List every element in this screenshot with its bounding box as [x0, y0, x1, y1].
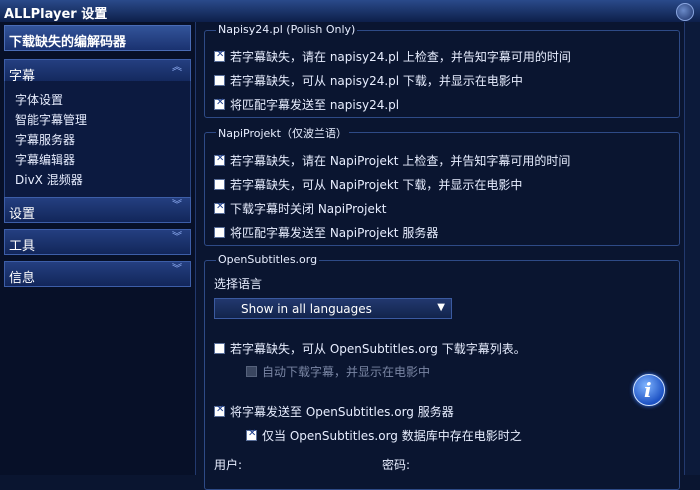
option-label: 自动下载字幕，并显示在电影中 — [262, 365, 431, 379]
language-select[interactable]: Show in all languages ▼ — [214, 298, 452, 319]
checkbox[interactable] — [246, 428, 257, 441]
napiprojekt-close-option[interactable]: 下载字幕时关闭 NapiProjekt — [214, 200, 387, 217]
section-label: 设置 — [9, 207, 36, 222]
option-label: 若字幕缺失，请在 napisy24.pl 上检查，并告知字幕可用的时间 — [230, 50, 571, 64]
option-label: 将匹配字幕发送至 napisy24.pl — [230, 98, 400, 112]
language-label: 选择语言 — [214, 277, 263, 291]
checkbox[interactable] — [214, 49, 225, 62]
option-label: 将字幕发送至 OpenSubtitles.org 服务器 — [230, 405, 454, 419]
dropdown-arrow-icon: ▼ — [437, 302, 445, 313]
option-label: 若字幕缺失，可从 OpenSubtitles.org 下载字幕列表。 — [230, 342, 526, 356]
language-value: Show in all languages — [241, 302, 372, 316]
sidebar-section-settings[interactable]: 设置 ︾ — [4, 197, 191, 223]
checkbox[interactable] — [214, 404, 225, 417]
option-label: 仅当 OpenSubtitles.org 数据库中存在电影时之 — [262, 429, 522, 443]
napisy-send-option[interactable]: 将匹配字幕发送至 napisy24.pl — [214, 96, 399, 113]
sidebar-section-info[interactable]: 信息 ︾ — [4, 261, 191, 287]
checkbox[interactable] — [214, 75, 225, 86]
chevron-up-icon: ︽ — [172, 62, 182, 73]
sidebar-item-smart-subtitles[interactable]: 智能字幕管理 — [15, 111, 87, 128]
group-title-napiprojekt: NapiProjekt（仅波兰语） — [216, 125, 349, 141]
sidebar: 下载缺失的编解码器 字幕 ︽ 字体设置 智能字幕管理 字幕服务器 字幕编辑器 D… — [0, 22, 196, 475]
group-title-opensubtitles: OpenSubtitles.org — [216, 253, 320, 266]
info-icon: i — [644, 378, 652, 402]
sidebar-item-divx-muxer[interactable]: DivX 混频器 — [15, 171, 83, 188]
option-label: 将匹配字幕发送至 NapiProjekt 服务器 — [230, 226, 439, 240]
opensubs-only-option[interactable]: 仅当 OpenSubtitles.org 数据库中存在电影时之 — [246, 427, 522, 444]
checkbox[interactable] — [214, 201, 225, 214]
sidebar-download-codecs[interactable]: 下载缺失的编解码器 — [4, 25, 191, 51]
checkbox[interactable] — [214, 343, 225, 354]
scrollbar[interactable] — [684, 22, 700, 475]
option-label: 若字幕缺失，可从 NapiProjekt 下载，并显示在电影中 — [230, 178, 523, 192]
checkbox[interactable] — [214, 179, 225, 190]
subtitle-submenu: 字体设置 智能字幕管理 字幕服务器 字幕编辑器 DivX 混频器 — [4, 81, 191, 215]
option-label: 下载字幕时关闭 NapiProjekt — [230, 202, 387, 216]
main-panel: Napisy24.pl (Polish Only) 若字幕缺失，请在 napis… — [196, 22, 700, 490]
chevron-down-icon: ︾ — [172, 200, 182, 211]
group-title-napisy24: Napisy24.pl (Polish Only) — [216, 23, 358, 36]
checkbox[interactable] — [214, 97, 225, 110]
napisy-download-option[interactable]: 若字幕缺失，可从 napisy24.pl 下载，并显示在电影中 — [214, 72, 523, 89]
napiprojekt-check-option[interactable]: 若字幕缺失，请在 NapiProjekt 上检查，并告知字幕可用的时间 — [214, 152, 570, 169]
sidebar-item-subtitle-servers[interactable]: 字幕服务器 — [15, 131, 75, 148]
info-button[interactable]: i — [633, 374, 665, 406]
checkbox[interactable] — [214, 227, 225, 238]
window-title: ALLPlayer 设置 — [4, 7, 108, 22]
checkbox[interactable] — [246, 366, 257, 377]
window-button-icon[interactable] — [676, 3, 694, 21]
napisy-check-option[interactable]: 若字幕缺失，请在 napisy24.pl 上检查，并告知字幕可用的时间 — [214, 48, 571, 65]
sidebar-header-label: 下载缺失的编解码器 — [9, 35, 127, 50]
chevron-down-icon: ︾ — [172, 232, 182, 243]
password-label: 密码: — [382, 458, 411, 472]
napiprojekt-download-option[interactable]: 若字幕缺失，可从 NapiProjekt 下载，并显示在电影中 — [214, 176, 522, 193]
title-bar: ALLPlayer 设置 — [0, 0, 700, 23]
checkbox[interactable] — [214, 153, 225, 166]
chevron-down-icon: ︾ — [172, 264, 182, 275]
opensubs-auto-option[interactable]: 自动下载字幕，并显示在电影中 — [246, 363, 430, 380]
option-label: 若字幕缺失，可从 napisy24.pl 下载，并显示在电影中 — [230, 74, 523, 88]
napiprojekt-send-option[interactable]: 将匹配字幕发送至 NapiProjekt 服务器 — [214, 224, 438, 241]
user-label: 用户: — [214, 458, 243, 472]
section-label: 信息 — [9, 271, 36, 286]
opensubs-download-option[interactable]: 若字幕缺失，可从 OpenSubtitles.org 下载字幕列表。 — [214, 340, 526, 357]
opensubs-send-option[interactable]: 将字幕发送至 OpenSubtitles.org 服务器 — [214, 403, 454, 420]
section-label: 工具 — [9, 239, 36, 254]
option-label: 若字幕缺失，请在 NapiProjekt 上检查，并告知字幕可用的时间 — [230, 154, 571, 168]
sidebar-section-tools[interactable]: 工具 ︾ — [4, 229, 191, 255]
sidebar-item-subtitle-editor[interactable]: 字幕编辑器 — [15, 151, 75, 168]
sidebar-item-font-settings[interactable]: 字体设置 — [15, 91, 63, 108]
